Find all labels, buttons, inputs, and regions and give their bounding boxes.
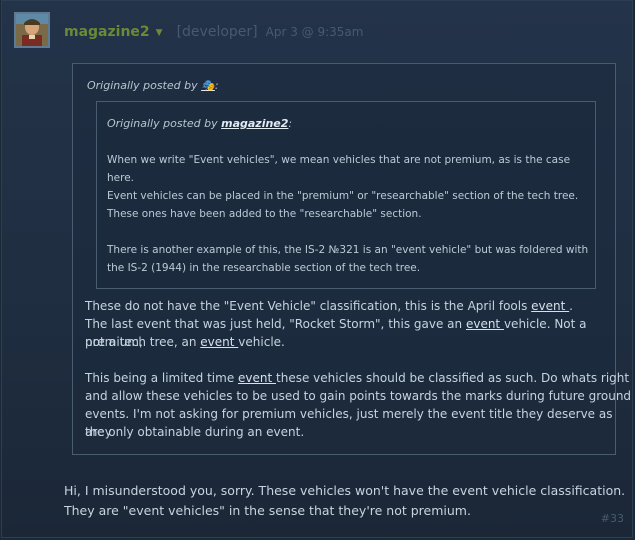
author-role-badge: [developer] bbox=[176, 24, 258, 40]
outer-quote-prefix: Originally posted by bbox=[87, 79, 202, 92]
author-menu-chevron-icon[interactable]: ▼ bbox=[156, 28, 163, 38]
outer-quote-line: These do not have the "Event Vehicle" cl… bbox=[85, 297, 573, 315]
event-link[interactable]: event bbox=[466, 317, 504, 331]
outer-quote-text: This being a limited time bbox=[85, 371, 239, 385]
outer-quote-author-link[interactable]: 🎭 bbox=[201, 79, 215, 92]
outer-quote-text: The last event that was just held, "Rock… bbox=[85, 317, 466, 331]
inner-quote-line: Event vehicles can be placed in the "pre… bbox=[107, 190, 579, 202]
outer-quote-line: This being a limited time event these ve… bbox=[85, 369, 629, 387]
outer-quote-text: these vehicles should be classified as s… bbox=[276, 371, 630, 385]
comment-date: Apr 3 @ 9:35am bbox=[265, 25, 364, 39]
outer-quote-text: vehicle. bbox=[238, 335, 285, 349]
inner-quote-line: These ones have been added to the "resea… bbox=[107, 208, 422, 220]
outer-quote-text: . bbox=[569, 299, 573, 313]
post-number-link[interactable]: #33 bbox=[601, 512, 624, 525]
event-link[interactable]: event bbox=[238, 371, 276, 385]
outer-quote-suffix: : bbox=[214, 79, 219, 92]
outer-quote-line: are only obtainable during an event. bbox=[85, 425, 305, 439]
outer-quote-text: These do not have the "Event Vehicle" cl… bbox=[85, 299, 532, 313]
avatar-image bbox=[16, 14, 48, 46]
inner-quote-suffix: : bbox=[288, 117, 293, 130]
event-link[interactable]: event bbox=[531, 299, 569, 313]
outer-quote-line: and allow these vehicles to be used to g… bbox=[85, 389, 632, 403]
author-name[interactable]: magazine2 bbox=[64, 24, 150, 40]
reply-line: They are "event vehicles" in the sense t… bbox=[64, 503, 471, 518]
outer-quote-text: not a tech tree, an bbox=[85, 335, 201, 349]
comment-header: magazine2 ▼ [developer] Apr 3 @ 9:35am bbox=[64, 21, 363, 43]
inner-quote-author-link[interactable]: magazine2 bbox=[221, 117, 288, 130]
reply-line: Hi, I misunderstood you, sorry. These ve… bbox=[64, 483, 626, 498]
inner-quote-prefix: Originally posted by bbox=[107, 117, 222, 130]
inner-quote-line: the IS-2 (1944) in the researchable sect… bbox=[107, 262, 421, 274]
author-avatar[interactable] bbox=[14, 12, 50, 48]
reply-body: Hi, I misunderstood you, sorry. These ve… bbox=[64, 481, 625, 521]
event-link[interactable]: event bbox=[200, 335, 238, 349]
inner-quote-line: There is another example of this, the IS… bbox=[107, 244, 589, 256]
inner-quote-attribution: Originally posted by magazine2: bbox=[107, 117, 292, 130]
outer-quote-attribution: Originally posted by 🎭: bbox=[87, 79, 219, 92]
inner-quote-line: When we write "Event vehicles", we mean … bbox=[107, 154, 571, 184]
inner-quote-block: Originally posted by magazine2: When we … bbox=[96, 101, 596, 289]
outer-quote-line: not a tech tree, an event vehicle. bbox=[85, 333, 285, 351]
comment-post: magazine2 ▼ [developer] Apr 3 @ 9:35am O… bbox=[1, 0, 633, 538]
